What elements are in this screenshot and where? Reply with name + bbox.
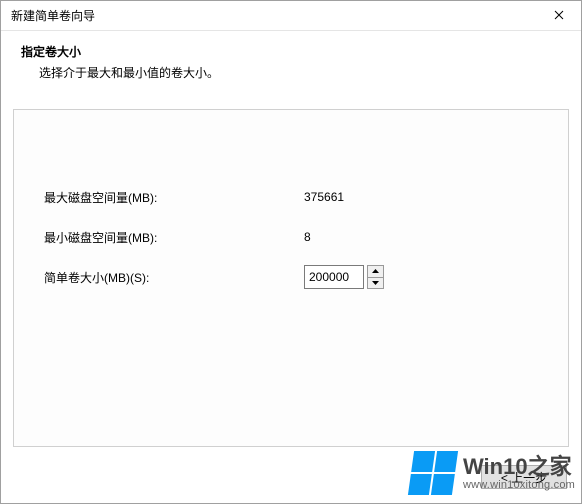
volume-size-input[interactable] [304, 265, 364, 289]
max-disk-space-value: 375661 [304, 190, 344, 204]
chevron-down-icon [372, 281, 379, 285]
min-disk-space-label: 最小磁盘空间量(MB): [44, 229, 304, 246]
wizard-window: 新建简单卷向导 指定卷大小 选择介于最大和最小值的卷大小。 最大磁盘空间量(MB… [0, 0, 582, 504]
wizard-footer: < 上一步 [1, 451, 581, 503]
chevron-up-icon [372, 269, 379, 273]
field-grid: 最大磁盘空间量(MB): 375661 最小磁盘空间量(MB): 8 简单卷大小… [44, 184, 568, 290]
spinner-up-button[interactable] [367, 265, 384, 277]
spinner-buttons [367, 265, 384, 289]
wizard-header: 指定卷大小 选择介于最大和最小值的卷大小。 [1, 31, 581, 99]
max-disk-space-label: 最大磁盘空间量(MB): [44, 189, 304, 206]
titlebar: 新建简单卷向导 [1, 1, 581, 31]
back-button[interactable]: < 上一步 [481, 465, 567, 489]
field-row-min: 最小磁盘空间量(MB): 8 [44, 224, 568, 250]
field-row-max: 最大磁盘空间量(MB): 375661 [44, 184, 568, 210]
volume-size-spinner [304, 265, 384, 289]
window-title: 新建简单卷向导 [11, 7, 95, 24]
wizard-step-title: 指定卷大小 [21, 43, 561, 60]
wizard-step-subtitle: 选择介于最大和最小值的卷大小。 [39, 64, 561, 81]
volume-size-label: 简单卷大小(MB)(S): [44, 269, 304, 286]
spinner-down-button[interactable] [367, 277, 384, 290]
field-row-size: 简单卷大小(MB)(S): [44, 264, 568, 290]
min-disk-space-value: 8 [304, 230, 311, 244]
close-button[interactable] [536, 1, 581, 31]
close-icon [554, 7, 564, 25]
content-panel: 最大磁盘空间量(MB): 375661 最小磁盘空间量(MB): 8 简单卷大小… [13, 109, 569, 447]
